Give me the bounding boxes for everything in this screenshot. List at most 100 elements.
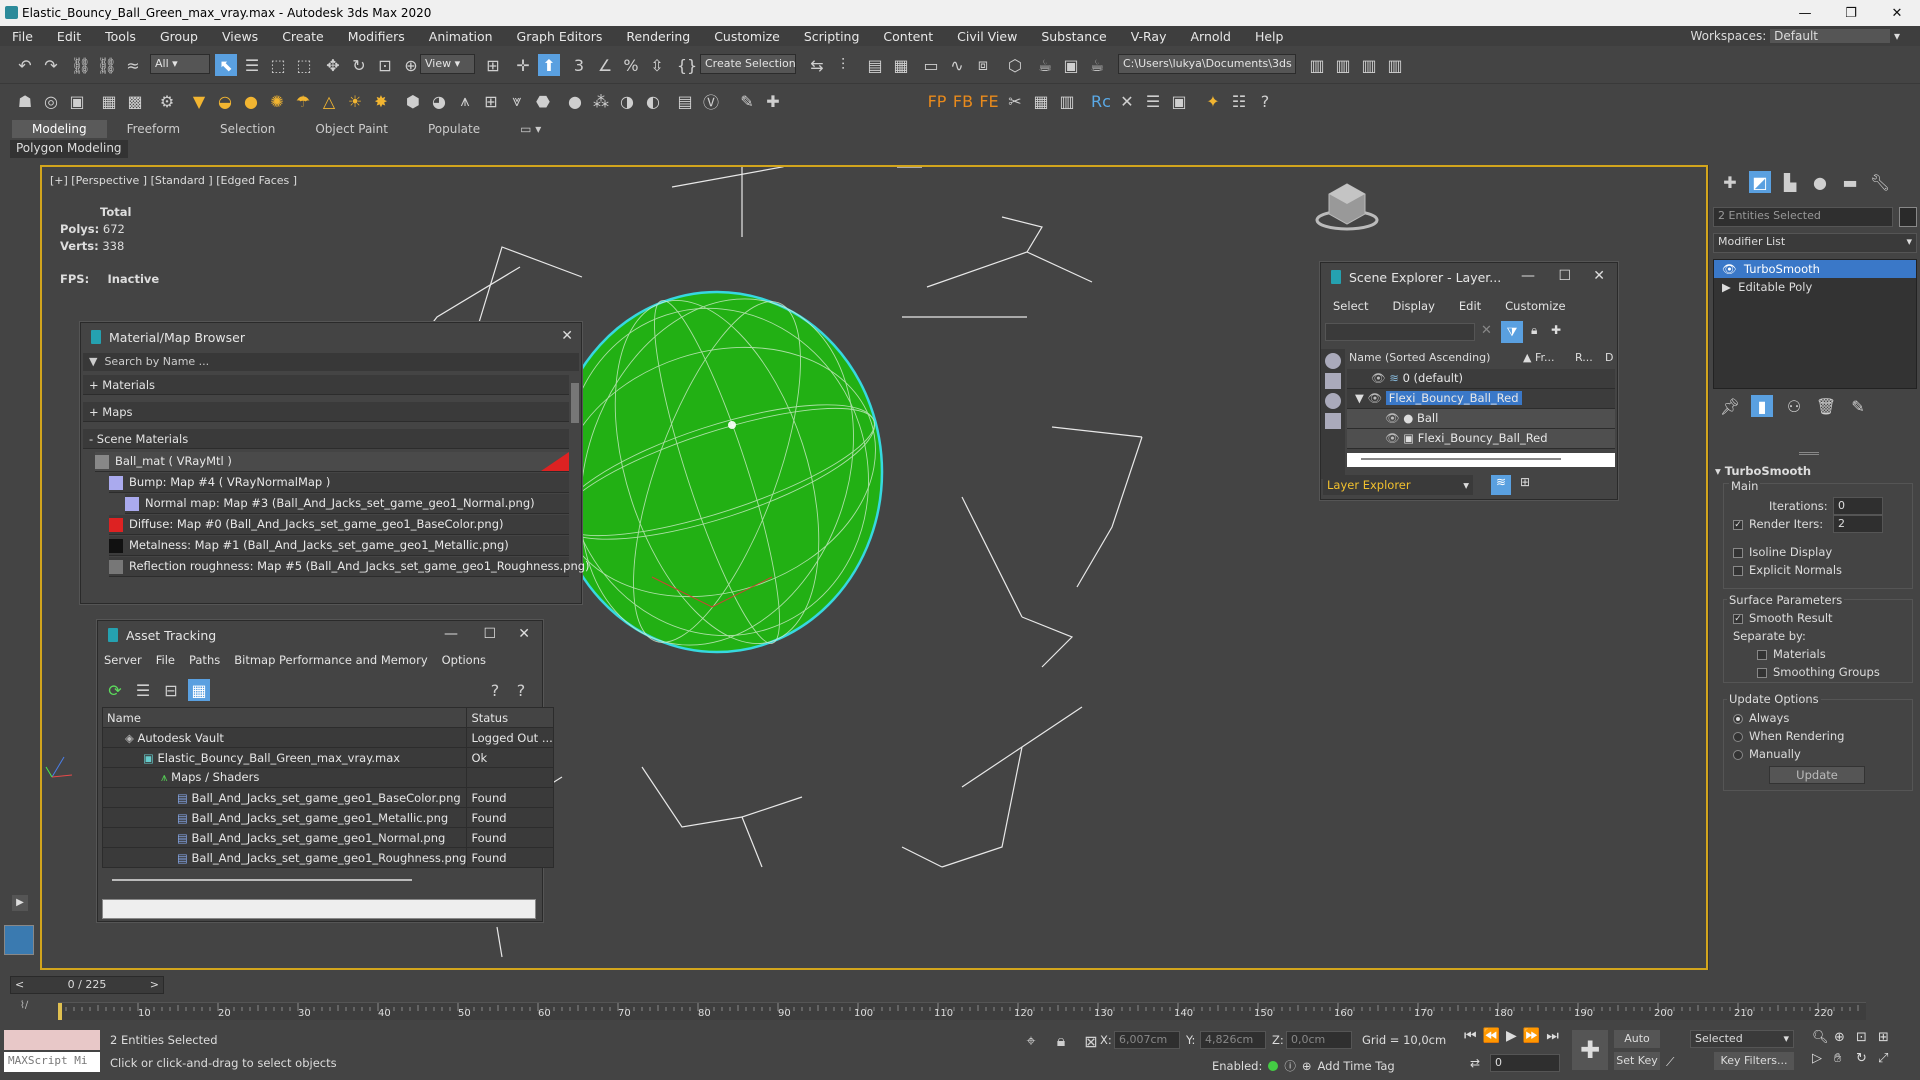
grass-icon[interactable]: ⩔: [506, 90, 528, 112]
selection-name-field[interactable]: 2 Entities Selected: [1713, 207, 1893, 227]
spot-light-icon[interactable]: ☂: [292, 90, 314, 112]
table-row[interactable]: ▤ Ball_And_Jacks_set_game_geo1_BaseColor…: [101, 787, 554, 808]
align-icon[interactable]: ⫶: [832, 54, 854, 76]
named-selection-dropdown[interactable]: Create Selection Se ▾: [700, 54, 796, 74]
maximize-icon[interactable]: ☐: [1558, 268, 1571, 284]
y-coordinate[interactable]: 4,826cm: [1200, 1031, 1266, 1049]
ref-coord-dropdown[interactable]: View ▾: [420, 54, 475, 74]
material-editor-icon[interactable]: ⬡: [1004, 54, 1026, 76]
sphere-mesh-icon[interactable]: ◕: [428, 90, 450, 112]
project-settings-icon[interactable]: ▥: [1384, 54, 1406, 76]
info-icon[interactable]: ⓘ: [1284, 1058, 1296, 1074]
wrench-icon[interactable]: ✕: [1116, 90, 1138, 112]
project-open-icon[interactable]: ▥: [1332, 54, 1354, 76]
new-layer-icon[interactable]: ✚: [1551, 323, 1561, 337]
render-iters-row[interactable]: ✓ Render Iters:: [1733, 517, 1823, 531]
rc-icon[interactable]: Rc: [1090, 90, 1112, 112]
menu-tools[interactable]: Tools: [93, 29, 148, 44]
zoom-extents-all-icon[interactable]: ⊞: [1878, 1030, 1900, 1045]
hierarchy-tab-icon[interactable]: ▙: [1779, 171, 1801, 193]
tab-modeling[interactable]: Modeling: [12, 120, 107, 138]
rendered-frame-icon[interactable]: ▣: [1060, 54, 1082, 76]
explicit-normals-checkbox[interactable]: [1733, 565, 1743, 576]
tree-item-normal-map[interactable]: Normal map: Map #3 (Ball_And_Jacks_set_g…: [125, 494, 569, 514]
menu-edit[interactable]: Edit: [45, 29, 93, 44]
table-row[interactable]: ▤ Ball_And_Jacks_set_game_geo1_Metallic.…: [101, 807, 554, 828]
section-materials[interactable]: + Materials: [83, 375, 569, 395]
rotate-icon[interactable]: ↻: [348, 54, 370, 76]
section-scene-materials[interactable]: - Scene Materials: [83, 429, 569, 449]
expand-triangle-icon[interactable]: ▶: [1722, 280, 1731, 294]
material-sphere-icon[interactable]: ◎: [40, 90, 62, 112]
col-display[interactable]: D: [1605, 349, 1613, 367]
spinner-snap-icon[interactable]: ⇳: [646, 54, 668, 76]
dome-light-icon[interactable]: ◒: [214, 90, 236, 112]
asset-menu-server[interactable]: Server: [104, 653, 142, 667]
menu-views[interactable]: Views: [210, 29, 270, 44]
maxscript-mini-listener[interactable]: MAXScript Mi: [4, 1052, 100, 1072]
set-key-big-icon[interactable]: ✚: [1572, 1030, 1608, 1070]
add-time-tag[interactable]: Add Time Tag: [1318, 1059, 1395, 1073]
fe-button-icon[interactable]: FE: [978, 90, 1000, 112]
menu-help[interactable]: Help: [1243, 29, 1296, 44]
render-iters-checkbox[interactable]: ✓: [1733, 519, 1743, 530]
col-status[interactable]: Status: [466, 707, 554, 728]
iterations-spinner[interactable]: 0: [1833, 497, 1883, 515]
browser-scrollbar[interactable]: [571, 383, 579, 423]
table-row[interactable]: ▣ Elastic_Bouncy_Ball_Green_max_vray.max…: [101, 747, 554, 768]
close-icon[interactable]: ✕: [1593, 268, 1605, 284]
object-color-swatch[interactable]: [1899, 207, 1917, 227]
render-iters-spinner[interactable]: 2: [1833, 515, 1883, 533]
enabled-indicator[interactable]: [1268, 1061, 1279, 1071]
viewport-label[interactable]: [+] [Perspective ] [Standard ] [Edged Fa…: [50, 174, 297, 187]
select-object-icon[interactable]: ⬉: [215, 54, 237, 76]
smoothing-groups-checkbox[interactable]: [1757, 667, 1767, 678]
layer-row-flexi[interactable]: ▼ 👁︎ Flexi_Bouncy_Ball_Red: [1347, 389, 1615, 409]
always-radio[interactable]: [1733, 713, 1743, 724]
menu-civil-view[interactable]: Civil View: [945, 29, 1029, 44]
always-row[interactable]: Always: [1733, 711, 1789, 725]
minimize-icon[interactable]: —: [1782, 0, 1828, 26]
tree-item-metalness[interactable]: Metalness: Map #1 (Ball_And_Jacks_set_ga…: [109, 536, 569, 556]
context-help-icon[interactable]: ?: [510, 679, 532, 701]
rect-selection-icon[interactable]: ⬚: [267, 54, 289, 76]
explorer-menu-customize[interactable]: Customize: [1505, 299, 1565, 313]
pin-stack-icon[interactable]: 📌︎: [1719, 395, 1741, 417]
display-lights-icon[interactable]: [1325, 393, 1341, 409]
when-rendering-row[interactable]: When Rendering: [1733, 729, 1844, 743]
section-maps[interactable]: + Maps: [83, 402, 569, 422]
workspace-selector[interactable]: Workspaces: Default ▾: [1690, 29, 1900, 43]
list-icon[interactable]: ☰: [1142, 90, 1164, 112]
pan-icon[interactable]: ✋︎: [1834, 1051, 1856, 1066]
auto-key-button[interactable]: Auto Key: [1614, 1030, 1660, 1063]
minimize-icon[interactable]: —: [444, 626, 458, 642]
prev-key-icon[interactable]: ⏪: [1483, 1028, 1500, 1044]
materials-row[interactable]: Materials: [1757, 647, 1826, 661]
tree-item-reflection-roughness[interactable]: Reflection roughness: Map #5 (Ball_And_J…: [109, 557, 590, 577]
eye-icon[interactable]: 👁︎: [1385, 431, 1400, 445]
modifier-list-dropdown[interactable]: Modifier List ▾: [1713, 233, 1917, 253]
asset-path-input[interactable]: [102, 899, 536, 919]
select-by-name-icon[interactable]: ☰: [241, 54, 263, 76]
help-icon[interactable]: ?: [1254, 90, 1276, 112]
selection-filter-dropdown[interactable]: All ▾: [150, 54, 210, 74]
play-icon[interactable]: ▶: [1506, 1028, 1517, 1044]
isoline-row[interactable]: Isoline Display: [1733, 545, 1832, 559]
tab-freeform[interactable]: Freeform: [107, 120, 200, 138]
col-render[interactable]: R...: [1575, 349, 1593, 367]
asset-menu-file[interactable]: File: [156, 653, 175, 667]
menu-vray[interactable]: V-Ray: [1119, 29, 1179, 44]
fp-button-icon[interactable]: FP: [926, 90, 948, 112]
create-tab-icon[interactable]: ✚: [1719, 171, 1741, 193]
asset-menu-paths[interactable]: Paths: [189, 653, 220, 667]
object-row-ball[interactable]: 👁︎ ● Ball: [1347, 409, 1615, 429]
eye-icon[interactable]: 👁︎: [1368, 391, 1383, 405]
key-filter-selected-dropdown[interactable]: Selected ▾: [1690, 1030, 1794, 1048]
menu-create[interactable]: Create: [270, 29, 336, 44]
rollout-header[interactable]: ▾ TurboSmooth: [1715, 464, 1811, 478]
smoothing-groups-row[interactable]: Smoothing Groups: [1757, 665, 1880, 679]
bind-spacewarp-icon[interactable]: ≈: [122, 54, 144, 76]
maxscript-listener-top[interactable]: [4, 1030, 100, 1050]
eye-icon[interactable]: 👁︎: [1722, 262, 1737, 276]
redo-icon[interactable]: ↷: [40, 54, 62, 76]
